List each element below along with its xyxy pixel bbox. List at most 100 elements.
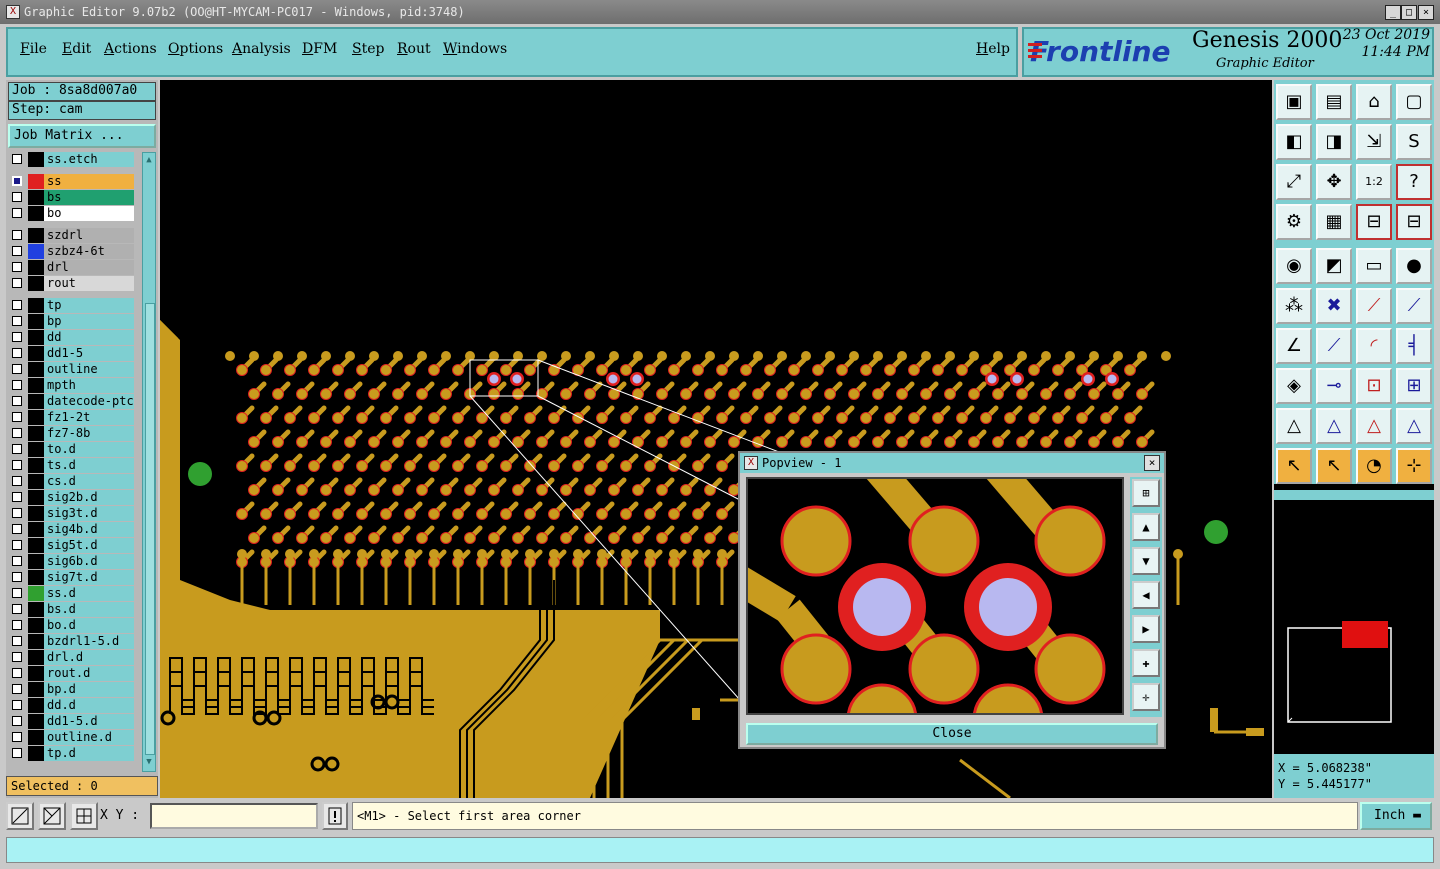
layer-checkbox[interactable] [12, 428, 22, 438]
layer-row[interactable]: sig2b.d [8, 490, 134, 505]
layer-row[interactable]: mpth [8, 378, 134, 393]
layer-checkbox[interactable] [12, 620, 22, 630]
layer-checkbox[interactable] [12, 668, 22, 678]
triangle-1-icon[interactable]: △ [1276, 408, 1312, 444]
layer-checkbox[interactable] [12, 412, 22, 422]
layer-row[interactable]: sig4b.d [8, 522, 134, 537]
layer-checkbox[interactable] [12, 444, 22, 454]
layer-checkbox[interactable] [12, 524, 22, 534]
surface-icon[interactable]: ◩ [1316, 248, 1352, 284]
layer-row[interactable]: dd [8, 330, 134, 345]
zoom-home-icon[interactable]: ▣ [1276, 84, 1312, 120]
unit-selector[interactable]: Inch ▬ [1360, 802, 1432, 830]
layer-checkbox[interactable] [12, 748, 22, 758]
layer-checkbox[interactable] [12, 332, 22, 342]
triangle-3-icon[interactable]: △ [1356, 408, 1392, 444]
layer-checkbox[interactable] [12, 262, 22, 272]
layer-row[interactable]: bs.d [8, 602, 134, 617]
layer-checkbox[interactable] [12, 540, 22, 550]
home-view-icon[interactable]: ⌂ [1356, 84, 1392, 120]
pointer-select-icon[interactable]: ↖ [1316, 448, 1352, 484]
move-icon[interactable]: ⊸ [1316, 368, 1352, 404]
minimize-button[interactable]: _ [1385, 5, 1401, 20]
snap-mode-icon[interactable] [6, 802, 34, 830]
layer-checkbox[interactable] [12, 364, 22, 374]
layer-checkbox[interactable] [12, 278, 22, 288]
layer-row[interactable]: bp.d [8, 682, 134, 697]
layer-list-scrollbar[interactable]: ▲ ▼ [142, 152, 156, 772]
layer-row[interactable]: dd.d [8, 698, 134, 713]
xy-input[interactable] [150, 803, 318, 829]
popview-title-bar[interactable]: X Popview - 1 × [740, 453, 1164, 473]
scroll-thumb[interactable] [145, 303, 155, 755]
layer-checkbox[interactable] [12, 176, 22, 186]
scroll-up-icon[interactable]: ▲ [144, 155, 154, 167]
popview-zoomed-view[interactable] [746, 477, 1124, 715]
arc-icon[interactable]: ◜ [1356, 328, 1392, 364]
layer-checkbox[interactable] [12, 230, 22, 240]
layer-row[interactable]: dd1-5.d [8, 714, 134, 729]
command-info-icon[interactable] [322, 802, 348, 830]
layer-checkbox[interactable] [12, 460, 22, 470]
triangle-4-icon[interactable]: △ [1396, 408, 1432, 444]
layer-row[interactable]: bo.d [8, 618, 134, 633]
menu-step[interactable]: Step [352, 41, 384, 57]
redraw-icon[interactable]: S [1396, 124, 1432, 160]
layer-row[interactable]: ss.etch [8, 152, 134, 167]
layer-checkbox[interactable] [12, 636, 22, 646]
layer-row[interactable]: rout.d [8, 666, 134, 681]
pointer-circle-icon[interactable]: ◔ [1356, 448, 1392, 484]
scroll-down-icon[interactable]: ▼ [144, 757, 154, 769]
layer-row[interactable]: dd1-5 [8, 346, 134, 361]
layer-checkbox[interactable] [12, 604, 22, 614]
layer-checkbox[interactable] [12, 380, 22, 390]
group-icon[interactable]: ⊞ [1396, 368, 1432, 404]
pan-up-icon[interactable]: ▲ [1132, 513, 1160, 541]
zoom-area-icon[interactable]: ✥ [1316, 164, 1352, 200]
layer-checkbox[interactable] [12, 684, 22, 694]
menu-file[interactable]: File [20, 41, 47, 57]
menu-options[interactable]: Options [168, 41, 223, 57]
popview-window[interactable]: X Popview - 1 × ⊞ ▲ ▼ ◀ ▶ ✚ ✛ Close [738, 451, 1166, 749]
layer-row[interactable]: szbz4-6t [8, 244, 134, 259]
grid-mode-icon[interactable] [70, 802, 98, 830]
line-blue-icon[interactable]: ⟋ [1396, 288, 1432, 324]
menu-help[interactable]: Help [976, 41, 1010, 57]
layer-row[interactable]: rout [8, 276, 134, 291]
layer-checkbox[interactable] [12, 476, 22, 486]
center-tool-icon[interactable]: ⇲ [1356, 124, 1392, 160]
layer-row[interactable]: ss.d [8, 586, 134, 601]
pan-left-icon[interactable]: ◀ [1132, 581, 1160, 609]
layer-row[interactable]: bzdrl1-5.d [8, 634, 134, 649]
one-to-one-icon[interactable]: 1:2 [1356, 164, 1392, 200]
layer-compare-icon[interactable]: ⊟ [1356, 204, 1392, 240]
layer-checkbox[interactable] [12, 572, 22, 582]
layer-checkbox[interactable] [12, 348, 22, 358]
flip-icon[interactable]: ╡ [1396, 328, 1432, 364]
zoom-out-icon[interactable]: ✛ [1132, 683, 1160, 711]
layer-row[interactable]: sig3t.d [8, 506, 134, 521]
popview-close-icon[interactable]: × [1144, 455, 1160, 471]
layer-row[interactable]: ts.d [8, 458, 134, 473]
layer-checkbox[interactable] [12, 208, 22, 218]
layer-row[interactable]: to.d [8, 442, 134, 457]
pan-right-icon[interactable]: ▶ [1132, 615, 1160, 643]
align-icon[interactable]: ⊡ [1356, 368, 1392, 404]
layer-row[interactable]: fz7-8b [8, 426, 134, 441]
menu-edit[interactable]: Edit [62, 41, 91, 57]
layer-checkbox[interactable] [12, 396, 22, 406]
layer-row[interactable]: szdrl [8, 228, 134, 243]
help-icon[interactable]: ? [1396, 164, 1432, 200]
layer-compare-2-icon[interactable]: ⊟ [1396, 204, 1432, 240]
layer-row[interactable]: sig6b.d [8, 554, 134, 569]
pan-right-tool-icon[interactable]: ◨ [1316, 124, 1352, 160]
pad-feature-icon[interactable]: ◉ [1276, 248, 1312, 284]
layer-checkbox[interactable] [12, 732, 22, 742]
layer-checkbox[interactable] [12, 588, 22, 598]
select-red-icon[interactable]: ◈ [1276, 368, 1312, 404]
pointer-net-icon[interactable]: ⊹ [1396, 448, 1432, 484]
menu-analysis[interactable]: Analysis [232, 41, 291, 57]
layer-row[interactable]: fz1-2t [8, 410, 134, 425]
layer-checkbox[interactable] [12, 556, 22, 566]
ruler-icon[interactable]: ▭ [1356, 248, 1392, 284]
